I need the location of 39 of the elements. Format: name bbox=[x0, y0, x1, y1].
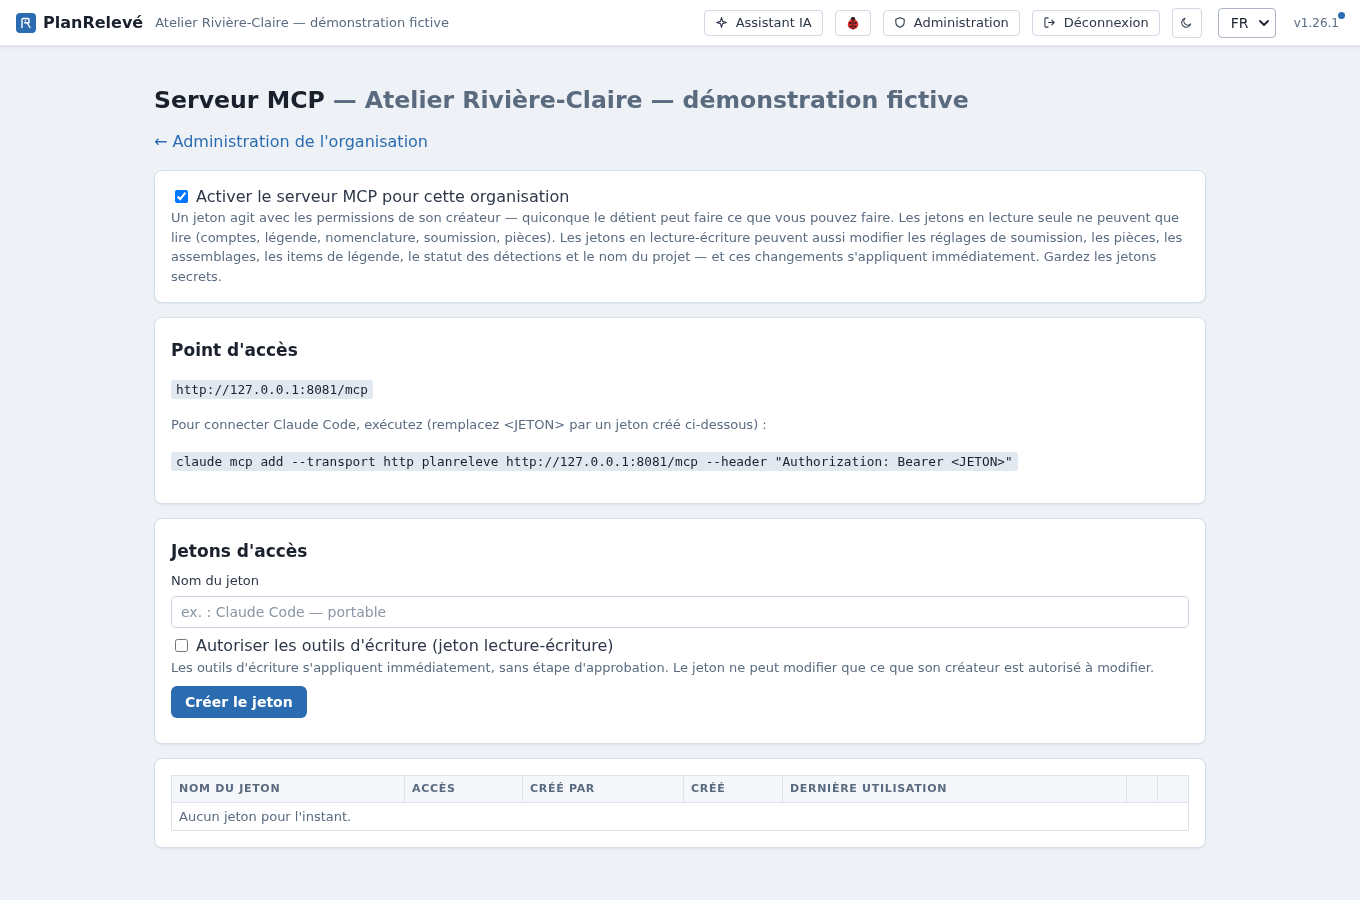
token-name-input[interactable]: ex. : Claude Code — portable bbox=[171, 595, 1189, 628]
write-tools-label: Autoriser les outils d'écriture (jeton lecture-écriture) bbox=[196, 636, 614, 655]
app-logo-icon bbox=[16, 12, 36, 33]
language-select[interactable]: FR bbox=[1217, 7, 1276, 38]
connect-command: claude mcp add --transport http planreleve http://127.0.0.1:8081/mcp --header "Authorization: Bearer <JETON>" bbox=[171, 451, 1018, 471]
theme-toggle-button[interactable] bbox=[1171, 7, 1202, 38]
logout-button[interactable]: Déconnexion bbox=[1031, 9, 1160, 36]
endpoint-url: http://127.0.0.1:8081/mcp bbox=[171, 380, 373, 399]
column-header: CRÉÉ PAR bbox=[522, 775, 684, 802]
sparkle-icon bbox=[715, 17, 727, 28]
ladybug-icon bbox=[845, 15, 860, 30]
ai-assistant-button[interactable]: Assistant IA bbox=[703, 9, 823, 36]
section-heading: Jetons d'accès bbox=[171, 539, 309, 563]
connection-instructions: Pour connecter Claude Code, exécutez (remplacez <JETON> par un jeton créé ci-dessous) : bbox=[171, 416, 768, 434]
write-tools-checkbox[interactable] bbox=[175, 639, 188, 652]
enable-mcp-checkbox[interactable] bbox=[175, 189, 188, 203]
organization-name: Atelier Rivière-Claire — démonstration fictive bbox=[155, 15, 449, 30]
create-token-button[interactable]: Créer le jeton bbox=[171, 685, 307, 718]
administration-button[interactable]: Administration bbox=[882, 9, 1020, 36]
column-header: DERNIÈRE UTILISATION bbox=[782, 775, 1127, 802]
column-header: CRÉÉ bbox=[683, 775, 783, 802]
version-label: v1.26.1 bbox=[1293, 15, 1339, 30]
brand-name[interactable]: PlanRelevé bbox=[43, 13, 144, 32]
organization-subtitle: — Atelier Rivière-Claire — démonstration fictive bbox=[332, 86, 969, 114]
bug-report-button[interactable] bbox=[834, 9, 871, 36]
empty-table-message: Aucun jeton pour l'instant. bbox=[171, 802, 1189, 830]
enable-mcp-label: Activer le serveur MCP pour cette organisation bbox=[196, 186, 570, 206]
column-header: NOM DU JETON bbox=[171, 775, 405, 802]
section-heading: Point d'accès bbox=[171, 339, 299, 362]
field-label: Nom du jeton bbox=[171, 571, 260, 590]
shield-icon bbox=[894, 17, 905, 28]
column-header: ACCÈS bbox=[404, 775, 523, 802]
write-tools-help: Les outils d'écriture s'appliquent immédiatement, sans étape d'approbation. Le jeton ne peut modifier que ce que son créateur est autorisé à modifier. bbox=[171, 658, 1156, 677]
back-link[interactable]: ← Administration de l'organisation bbox=[154, 130, 428, 154]
permissions-description: Un jeton agit avec les permissions de son créateur — quiconque le détient peut faire ce que vous pouvez faire. Les jetons en lecture seule ne peuvent que lire (comptes, légende, nomenclature, soumission, pièces). Les jetons en lecture-écriture peuvent aussi modifier les réglages de soumission, les pièces, les assemblages, les items de légende, le statut des détections et le nom du projet — et ces changements s'appliquent immédiatement. Gardez les jetons secrets. bbox=[171, 209, 1184, 286]
page-title: Serveur MCP bbox=[154, 86, 325, 114]
chevron-down-icon bbox=[1258, 19, 1269, 26]
moon-icon bbox=[1181, 17, 1193, 28]
logout-icon bbox=[1043, 17, 1055, 28]
